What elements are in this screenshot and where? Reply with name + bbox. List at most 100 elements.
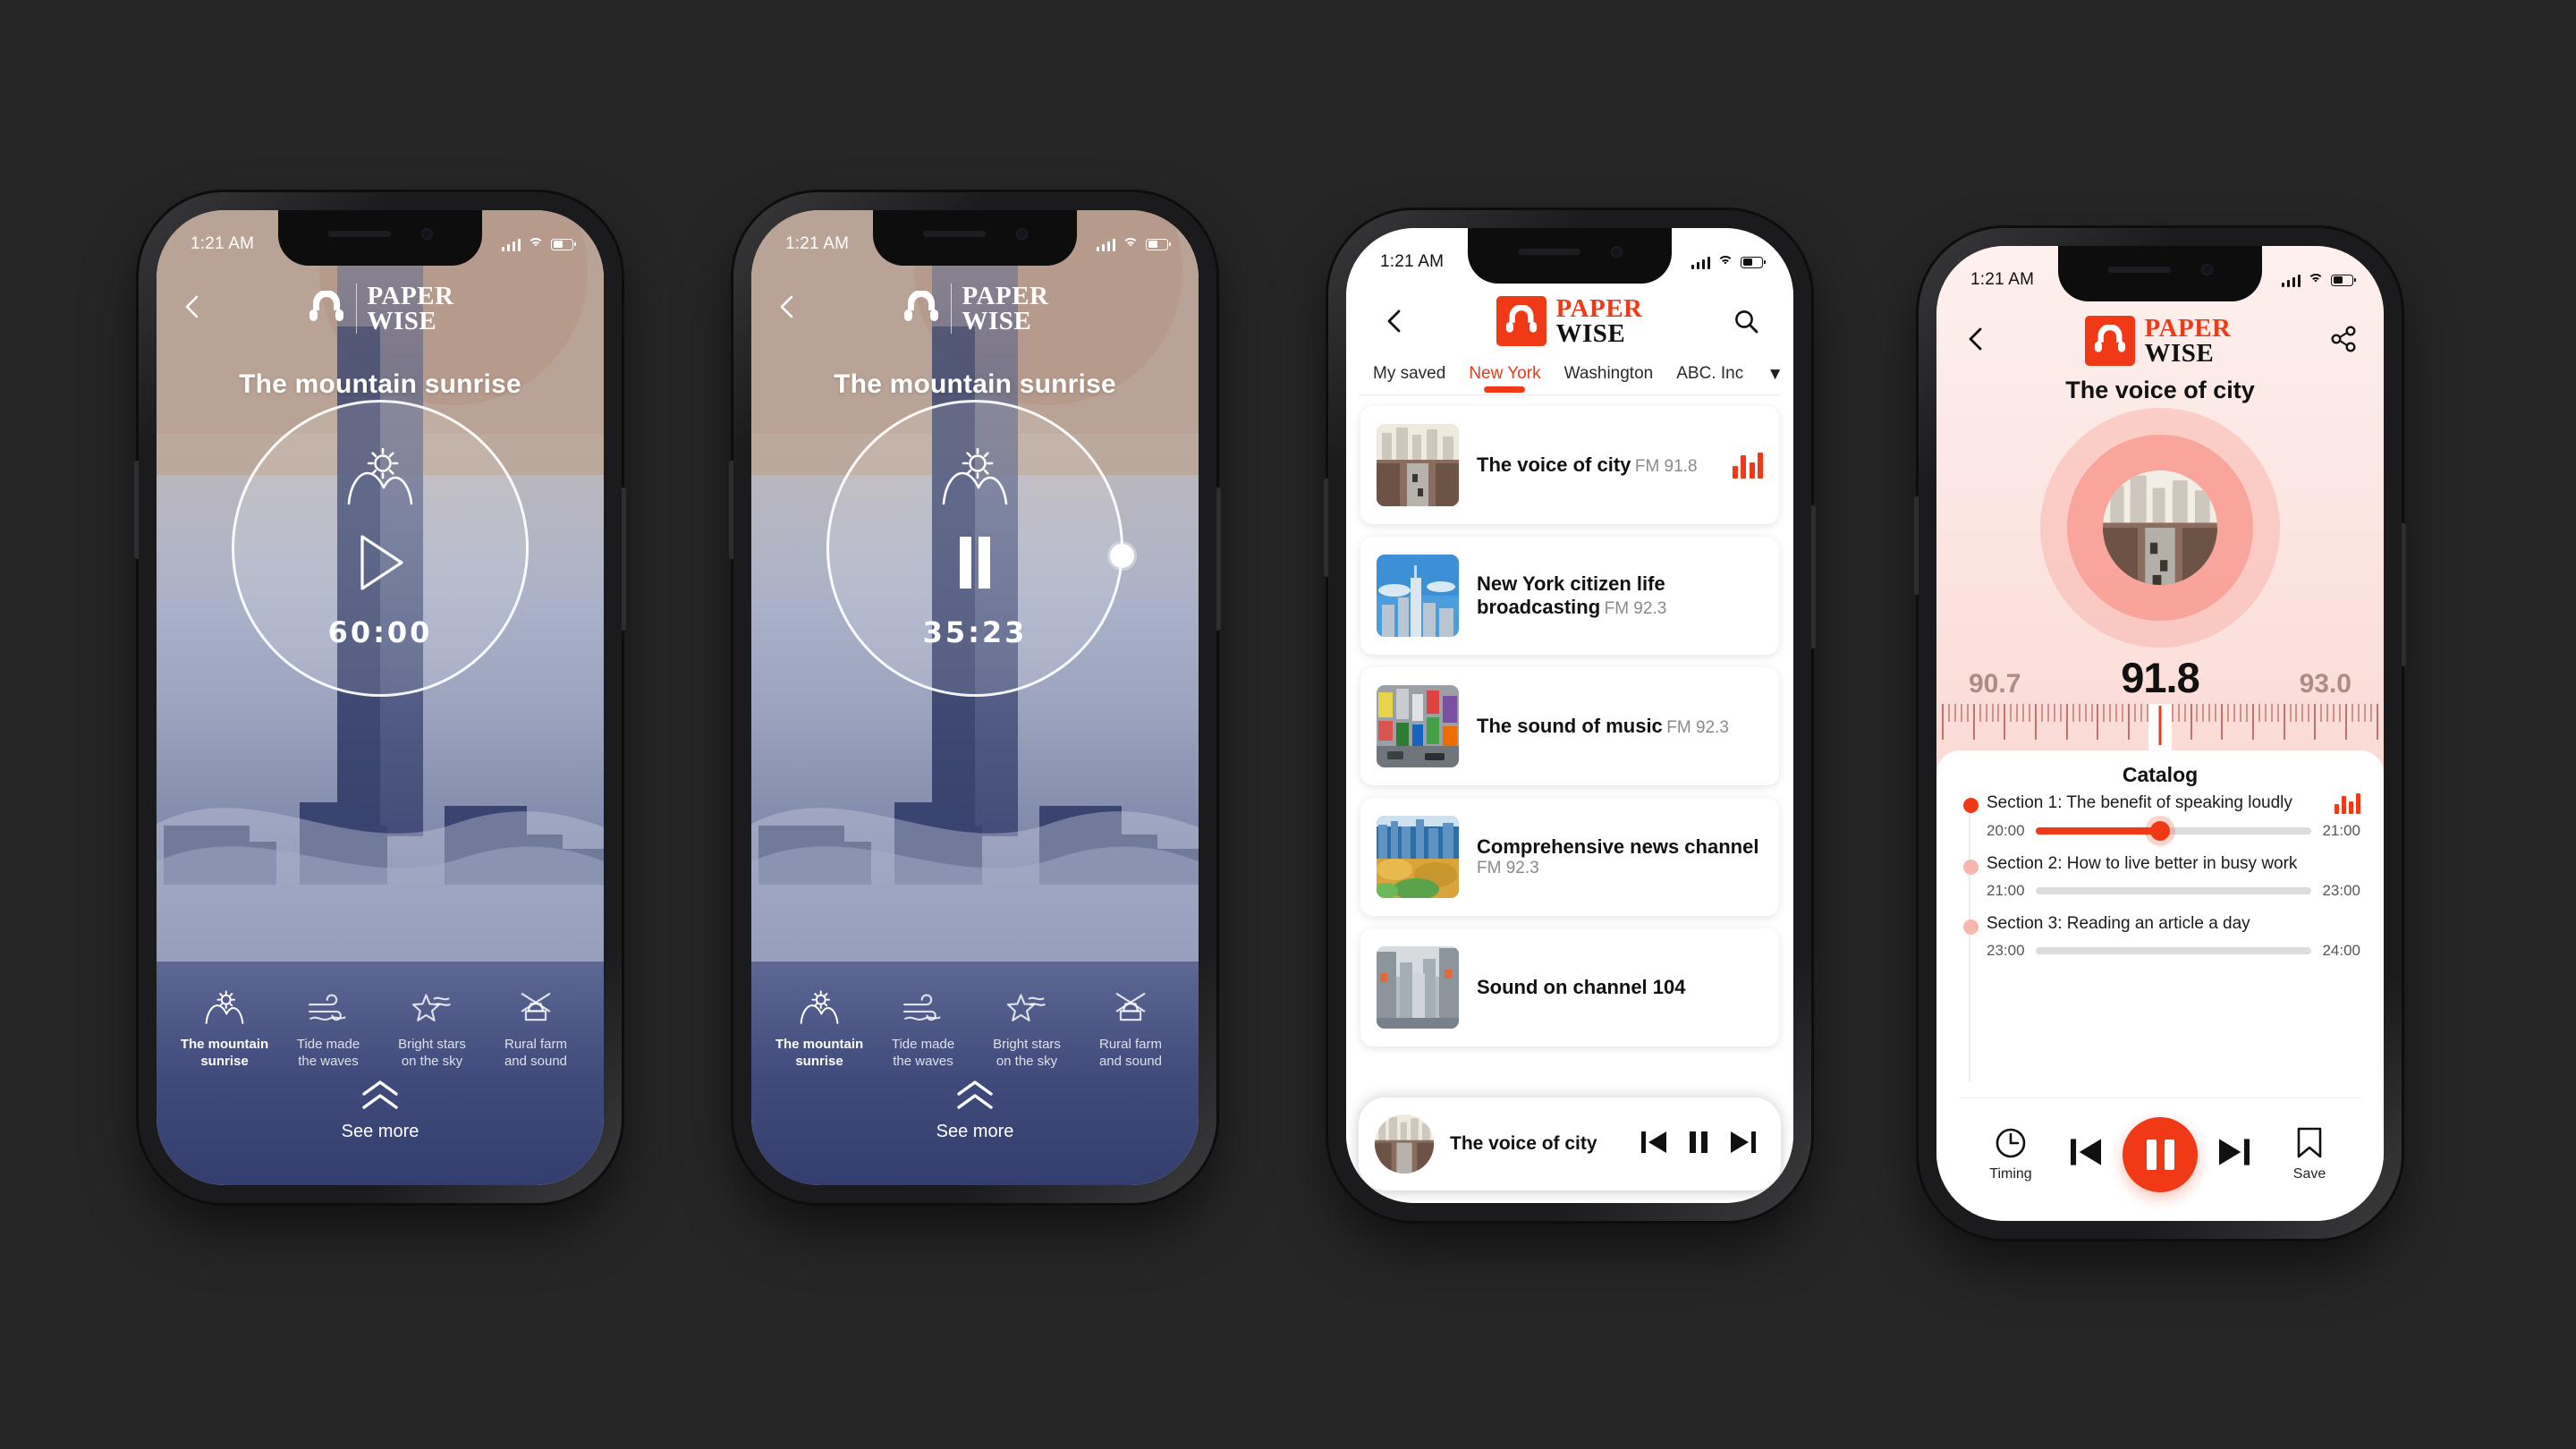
see-more-button[interactable]: See more [157, 1080, 604, 1142]
list-item[interactable]: Sound on channel 104 [1360, 928, 1779, 1046]
station-name: Sound on channel 104 [1477, 975, 1686, 998]
wave-layers [157, 808, 604, 962]
skip-previous-icon[interactable] [2068, 1137, 2104, 1172]
section-end-time: 23:00 [2322, 882, 2360, 899]
phone-3-screen: 1:21 AM PAPER WISE My saved New York Was… [1346, 228, 1793, 1203]
device-notch [2058, 246, 2262, 301]
skip-previous-icon[interactable] [1640, 1130, 1668, 1159]
tuner-ruler[interactable] [1936, 704, 2384, 754]
mode-item-tide-waves[interactable]: Tide made the waves [874, 990, 972, 1071]
section-progress-row: 21:00 23:00 [1987, 882, 2360, 900]
player-controls: Timing Save [1960, 1097, 2360, 1221]
app-logo: PAPER WISE [1496, 295, 1642, 347]
tab-new-york[interactable]: New York [1469, 364, 1540, 394]
pause-icon[interactable] [1688, 1130, 1709, 1159]
save-button[interactable]: Save [2271, 1126, 2348, 1182]
mode-item-rural-farm[interactable]: Rural farm and sound [487, 990, 585, 1071]
catalog-section[interactable]: Section 2: How to live better in busy wo… [1963, 854, 2360, 900]
tuner-needle [2158, 706, 2162, 745]
back-chevron-icon[interactable] [1963, 326, 1987, 357]
device-notch [1468, 228, 1672, 284]
mode-label: The mountain sunrise [180, 1037, 269, 1070]
search-icon[interactable] [1725, 308, 1767, 335]
time-display: 35:23 [922, 614, 1028, 649]
double-chevron-up-icon [157, 1080, 604, 1114]
list-item[interactable]: The sound of music FM 92.3 [1360, 667, 1779, 785]
catalog-section[interactable]: Section 1: The benefit of speaking loudl… [1963, 792, 2360, 841]
waves-icon [308, 994, 346, 1021]
play-pause-button[interactable] [2123, 1116, 2198, 1192]
status-time: 1:21 AM [1380, 252, 1445, 271]
section-start-time: 21:00 [1987, 882, 2025, 899]
section-progress-track[interactable] [2035, 821, 2312, 841]
station-name: The voice of city [1477, 453, 1631, 476]
frequency-left: 90.7 [1969, 669, 2021, 699]
catalog-heading: Catalog [2122, 763, 2199, 786]
wave-layers [751, 808, 1199, 962]
catalog-section[interactable]: Section 3: Reading an article a day 23:0… [1963, 914, 2360, 960]
star-icon [411, 994, 451, 1022]
station-list[interactable]: The voice of city FM 91.8 New York citiz… [1346, 395, 1793, 1203]
timing-button[interactable]: Timing [1972, 1126, 2049, 1182]
tab-washington[interactable]: Washington [1564, 364, 1654, 394]
play-dial[interactable]: 35:23 [826, 400, 1134, 697]
share-icon[interactable] [2330, 325, 2357, 357]
phone-4-frame: 1:21 AM PAPER WISE The voice of city 90.… [1914, 228, 2406, 1239]
timing-label: Timing [1989, 1166, 2032, 1182]
mini-player-bar[interactable]: The voice of city [1359, 1097, 1781, 1191]
section-progress-fill [2035, 827, 2160, 835]
section-progress-track[interactable] [2035, 947, 2312, 954]
back-chevron-icon[interactable] [1373, 308, 1414, 335]
mode-item-mountain-sunrise[interactable]: The mountain sunrise [770, 990, 869, 1071]
frequency-readout: 90.7 91.8 93.0 [1936, 651, 2384, 702]
mode-item-bright-stars[interactable]: Bright stars on the sky [383, 990, 481, 1071]
section-title: Section 1: The benefit of speaking loudl… [1987, 793, 2292, 812]
section-progress-handle[interactable] [2149, 821, 2170, 841]
section-title: Section 3: Reading an article a day [1987, 914, 2250, 933]
device-notch [873, 210, 1077, 266]
station-thumbnail [1377, 816, 1459, 898]
star-icon [1006, 994, 1046, 1022]
section-title-row: Section 2: How to live better in busy wo… [1987, 854, 2360, 874]
progress-knob[interactable] [1110, 544, 1134, 568]
section-end-time: 24:00 [2322, 942, 2360, 959]
battery-icon [2331, 274, 2356, 286]
mockup-canvas: 1:21 AM PAPER WISE The mountain sunrise … [0, 0, 2576, 1449]
skip-next-icon[interactable] [2216, 1137, 2252, 1172]
status-indicators [2281, 274, 2356, 287]
section-progress-track[interactable] [2035, 887, 2312, 894]
list-item[interactable]: Comprehensive news channel FM 92.3 [1360, 798, 1779, 916]
mode-item-bright-stars[interactable]: Bright stars on the sky [978, 990, 1076, 1071]
headphones-icon [1496, 296, 1547, 346]
section-end-time: 21:00 [2322, 822, 2360, 839]
back-chevron-icon[interactable] [775, 293, 798, 325]
app-logo: PAPER WISE [306, 283, 453, 335]
station-frequency: FM 91.8 [1634, 456, 1698, 476]
list-item[interactable]: The voice of city FM 91.8 [1360, 406, 1779, 524]
tab-abc-inc[interactable]: ABC. Inc [1676, 364, 1743, 394]
catalog-sections: Section 1: The benefit of speaking loudl… [1960, 792, 2360, 1097]
signal-bars-icon [1096, 238, 1115, 251]
mode-item-tide-waves[interactable]: Tide made the waves [279, 990, 377, 1071]
station-name: Comprehensive news channel [1477, 835, 1759, 858]
bookmark-icon [2297, 1127, 2322, 1158]
now-playing-equalizer-icon [1732, 452, 1763, 479]
skip-next-icon[interactable] [1729, 1130, 1758, 1159]
station-frequency: FM 92.3 [1477, 859, 1539, 878]
play-dial[interactable]: 60:00 [232, 400, 529, 697]
mode-item-rural-farm[interactable]: Rural farm and sound [1081, 990, 1180, 1071]
list-item[interactable]: New York citizen life broadcasting FM 92… [1360, 537, 1779, 655]
phone-2-frame: 1:21 AM PAPER WISE The mountain sunrise … [729, 192, 1221, 1203]
tab-my-saved[interactable]: My saved [1373, 364, 1445, 394]
chevron-down-icon[interactable]: ▼ [1767, 366, 1784, 394]
station-frequency: FM 92.3 [1666, 717, 1729, 737]
play-button[interactable] [352, 530, 409, 596]
pause-button[interactable] [953, 530, 996, 596]
mode-item-mountain-sunrise[interactable]: The mountain sunrise [175, 990, 274, 1071]
back-chevron-icon[interactable] [180, 293, 203, 325]
status-time: 1:21 AM [1970, 270, 2035, 289]
see-more-button[interactable]: See more [751, 1080, 1199, 1142]
waves-icon [902, 994, 941, 1021]
section-progress-row: 23:00 24:00 [1987, 942, 2360, 960]
double-chevron-up-icon [751, 1080, 1199, 1114]
